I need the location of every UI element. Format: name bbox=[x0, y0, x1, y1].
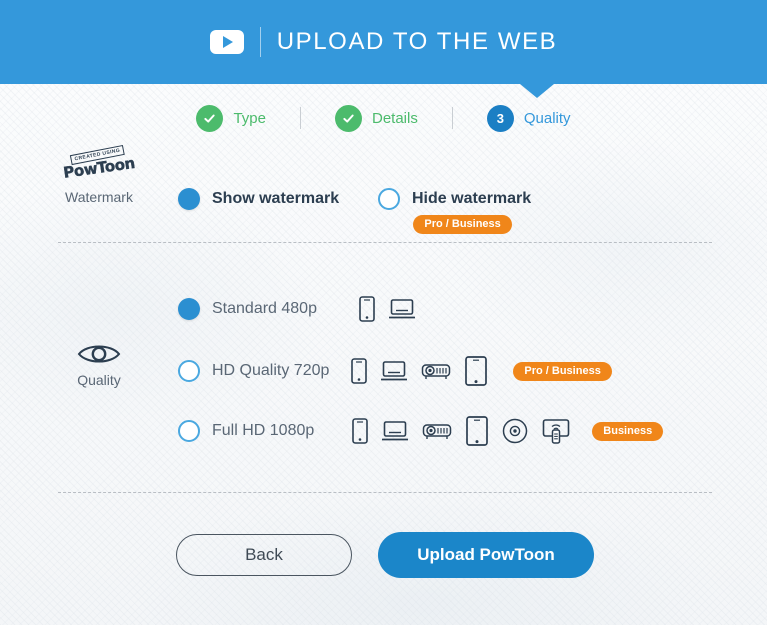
step-type-badge bbox=[196, 104, 224, 132]
radio-standard-480p[interactable] bbox=[178, 298, 200, 320]
radio-full-hd-1080p[interactable] bbox=[178, 420, 200, 442]
option-hide-watermark[interactable]: Hide watermark Pro / Business bbox=[378, 188, 531, 234]
option-standard-480p[interactable]: Standard 480p bbox=[178, 296, 415, 322]
step-details-label: Details bbox=[371, 109, 418, 127]
option-show-watermark-label: Show watermark bbox=[212, 190, 340, 207]
option-show-watermark[interactable]: Show watermark bbox=[178, 188, 339, 210]
page-title: UPLOAD TO THE WEB bbox=[276, 28, 558, 55]
disc-icon bbox=[503, 418, 528, 444]
eye-icon bbox=[77, 341, 121, 367]
phone-icon bbox=[359, 296, 375, 322]
section-divider-2 bbox=[58, 492, 712, 493]
back-button[interactable]: Back bbox=[176, 534, 352, 576]
tablet-icon bbox=[465, 356, 488, 386]
tv-remote-icon bbox=[542, 419, 570, 444]
option-hd-720p[interactable]: HD Quality 720p Pro / Business bbox=[178, 356, 612, 386]
step-details-badge bbox=[334, 104, 362, 132]
section-divider-1 bbox=[58, 242, 712, 243]
radio-hd-720p[interactable] bbox=[178, 360, 200, 382]
watermark-section-label: CREATED USING PowToon Watermark bbox=[44, 144, 154, 205]
badge-full-hd-1080p: Business bbox=[592, 421, 664, 441]
upload-powtoon-button[interactable]: Upload PowToon bbox=[378, 532, 594, 578]
option-standard-480p-label: Standard 480p bbox=[212, 300, 317, 317]
upload-to-web-page: UPLOAD TO THE WEB Type Details 3 Quality… bbox=[0, 0, 767, 625]
quality-section-label: Quality bbox=[44, 341, 154, 388]
step-type-label: Type bbox=[233, 109, 266, 127]
badge-hide-watermark: Pro / Business bbox=[413, 215, 512, 234]
content-area: CREATED USING PowToon Watermark Show wat… bbox=[0, 136, 767, 625]
tablet-icon bbox=[466, 416, 489, 446]
step-separator-1 bbox=[299, 107, 301, 129]
step-separator-2 bbox=[451, 107, 453, 129]
powtoon-watermark-logo: CREATED USING PowToon bbox=[60, 144, 138, 184]
option-full-hd-1080p-label: Full HD 1080p bbox=[212, 422, 315, 439]
projector-icon bbox=[422, 364, 451, 379]
step-quality-badge: 3 bbox=[486, 104, 514, 132]
badge-hd-720p: Pro / Business bbox=[513, 361, 612, 381]
device-icons-480p bbox=[359, 296, 415, 322]
page-header: UPLOAD TO THE WEB bbox=[0, 0, 767, 84]
step-indicator: Type Details 3 Quality bbox=[0, 100, 767, 136]
radio-show-watermark[interactable] bbox=[178, 188, 200, 210]
radio-hide-watermark[interactable] bbox=[378, 188, 400, 210]
step-quality-label: Quality bbox=[523, 109, 571, 127]
step-quality[interactable]: 3 Quality bbox=[486, 104, 571, 132]
phone-icon bbox=[351, 358, 368, 384]
youtube-play-icon bbox=[209, 30, 244, 54]
projector-icon bbox=[423, 424, 452, 439]
check-icon bbox=[204, 114, 216, 123]
laptop-icon bbox=[382, 421, 409, 441]
check-icon bbox=[343, 114, 354, 123]
device-icons-720p bbox=[351, 356, 488, 386]
quality-label-text: Quality bbox=[77, 372, 121, 388]
step-details[interactable]: Details bbox=[334, 104, 418, 132]
header-divider bbox=[259, 27, 261, 57]
laptop-icon bbox=[381, 361, 408, 381]
watermark-label-text: Watermark bbox=[65, 189, 133, 205]
footer-actions: Back Upload PowToon bbox=[176, 532, 594, 578]
option-hide-watermark-label: Hide watermark bbox=[412, 190, 532, 207]
option-hd-720p-label: HD Quality 720p bbox=[212, 362, 330, 379]
header-pointer-triangle bbox=[520, 84, 554, 98]
device-icons-1080p bbox=[352, 416, 570, 446]
option-full-hd-1080p[interactable]: Full HD 1080p Business bbox=[178, 416, 664, 446]
phone-icon bbox=[352, 418, 369, 444]
laptop-icon bbox=[388, 299, 415, 319]
step-type[interactable]: Type bbox=[196, 104, 266, 132]
